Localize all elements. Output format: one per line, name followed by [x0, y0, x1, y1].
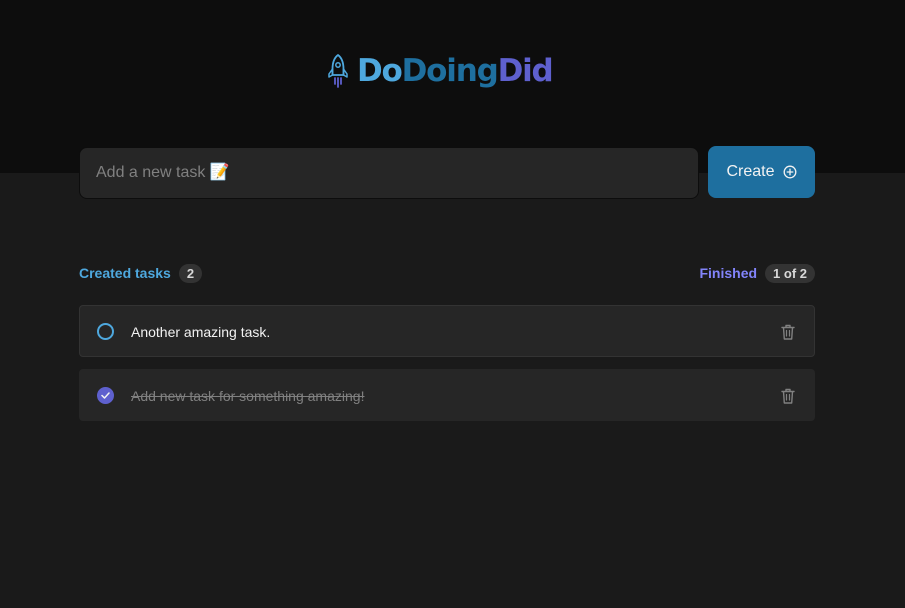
logo-text-do: Do — [357, 53, 403, 89]
create-button[interactable]: Create — [708, 146, 815, 198]
task-checkbox[interactable] — [97, 387, 114, 404]
checkmark-icon — [101, 392, 110, 399]
logo-text-did: Did — [497, 53, 554, 89]
task-text: Another amazing task. — [131, 324, 271, 340]
plus-circle-icon — [783, 165, 796, 179]
task-list: Another amazing task. Add new task for s… — [79, 305, 815, 433]
created-tasks-counter: Created tasks 2 — [79, 262, 203, 284]
finished-tasks-count-badge: 1 of 2 — [765, 263, 815, 283]
task-checkbox[interactable] — [97, 323, 114, 340]
app-title: DoDoingDid — [357, 52, 554, 90]
created-tasks-label: Created tasks — [79, 265, 171, 281]
finished-tasks-label: Finished — [699, 265, 758, 281]
task-counters: Created tasks 2 Finished 1 of 2 — [79, 262, 815, 284]
trash-icon[interactable] — [780, 323, 796, 341]
task-text: Add new task for something amazing! — [131, 388, 365, 404]
trash-icon[interactable] — [780, 387, 796, 405]
rocket-icon — [328, 54, 348, 88]
created-tasks-count-badge: 2 — [178, 263, 203, 283]
finished-tasks-counter: Finished 1 of 2 — [699, 262, 815, 284]
task-item: Another amazing task. — [79, 305, 815, 357]
logo-text-doing: Doing — [401, 53, 499, 89]
create-button-label: Create — [726, 163, 775, 180]
task-item: Add new task for something amazing! — [79, 369, 815, 421]
new-task-form: Create — [79, 146, 815, 199]
logo: DoDoingDid — [328, 52, 554, 90]
new-task-input[interactable] — [79, 147, 699, 199]
